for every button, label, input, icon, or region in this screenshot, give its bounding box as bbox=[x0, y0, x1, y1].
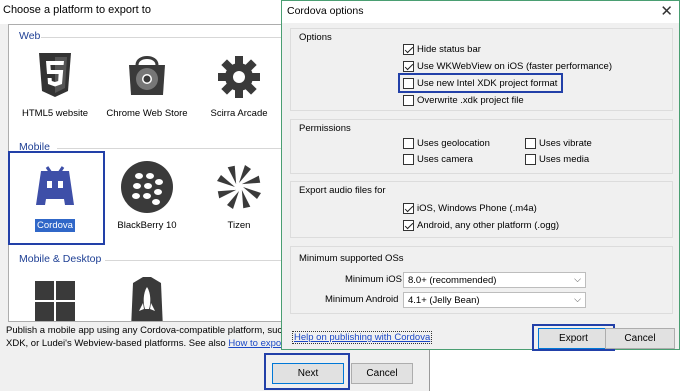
checkbox-label: iOS, Windows Phone (.m4a) bbox=[417, 203, 537, 214]
checkbox-box[interactable] bbox=[403, 61, 414, 72]
rocket-icon bbox=[119, 273, 175, 321]
chevron-down-icon: ⌵ bbox=[574, 274, 581, 284]
platform-html5[interactable]: HTML5 website bbox=[9, 47, 101, 120]
hide-status-bar-checkbox[interactable]: Hide status bar bbox=[403, 44, 481, 55]
platform-label: BlackBerry 10 bbox=[117, 220, 177, 231]
platform-description: Publish a mobile app using any Cordova-c… bbox=[6, 324, 296, 350]
permissions-group: Permissions Uses geolocation Uses vibrat… bbox=[290, 119, 673, 174]
minimum-ios-select[interactable]: 8.0+ (recommended) ⌵ bbox=[403, 272, 586, 288]
uses-vibrate-checkbox[interactable]: Uses vibrate bbox=[525, 138, 592, 149]
divider bbox=[41, 37, 291, 38]
checkbox-box[interactable] bbox=[403, 95, 414, 106]
checkbox-label: Uses camera bbox=[417, 154, 473, 165]
platform-desktop-app[interactable] bbox=[101, 273, 193, 321]
divider bbox=[105, 260, 291, 261]
platform-label: HTML5 website bbox=[22, 108, 88, 119]
minimum-android-label: Minimum Android bbox=[325, 294, 399, 305]
platform-label: Scirra Arcade bbox=[210, 108, 268, 119]
checkbox-label: Overwrite .xdk project file bbox=[417, 95, 524, 106]
group-title: Permissions bbox=[299, 123, 351, 134]
intel-xdk-option-highlight bbox=[398, 73, 563, 93]
options-group: Options Hide status bar Use WKWebView on… bbox=[290, 28, 673, 111]
minimum-ios-label: Minimum iOS bbox=[345, 274, 403, 285]
cancel-button[interactable]: Cancel bbox=[351, 363, 413, 384]
platform-label: Chrome Web Store bbox=[106, 108, 188, 119]
checkbox-box[interactable] bbox=[403, 203, 414, 214]
cordova-selection-highlight bbox=[8, 151, 105, 245]
category-web-header: Web bbox=[19, 30, 41, 42]
description-line: Publish a mobile app using any Cordova-c… bbox=[6, 325, 296, 336]
dialog-cancel-button[interactable]: Cancel bbox=[605, 328, 675, 349]
uses-media-checkbox[interactable]: Uses media bbox=[525, 154, 589, 165]
dialog-title: Cordova options bbox=[282, 1, 679, 23]
category-mobile-desktop-header: Mobile & Desktop bbox=[19, 253, 102, 265]
close-icon[interactable]: ✕ bbox=[660, 2, 673, 20]
audio-m4a-checkbox[interactable]: iOS, Windows Phone (.m4a) bbox=[403, 203, 537, 214]
platform-scirra-arcade[interactable]: Scirra Arcade bbox=[193, 47, 285, 120]
checkbox-box[interactable] bbox=[403, 44, 414, 55]
overwrite-xdk-checkbox[interactable]: Overwrite .xdk project file bbox=[403, 95, 524, 106]
checkbox-box[interactable] bbox=[403, 220, 414, 231]
description-line: XDK, or Ludei's Webview-based platforms.… bbox=[6, 338, 229, 349]
select-value: 4.1+ (Jelly Bean) bbox=[408, 295, 480, 306]
checkbox-label: Uses media bbox=[539, 154, 590, 165]
audio-export-group: Export audio files for iOS, Windows Phon… bbox=[290, 181, 673, 238]
checkbox-box[interactable] bbox=[403, 154, 414, 165]
platform-windows[interactable] bbox=[9, 273, 101, 321]
uses-camera-checkbox[interactable]: Uses camera bbox=[403, 154, 473, 165]
html5-icon bbox=[27, 47, 83, 103]
platform-chrome-web-store[interactable]: Chrome Web Store bbox=[101, 47, 193, 120]
audio-ogg-checkbox[interactable]: Android, any other platform (.ogg) bbox=[403, 220, 559, 231]
checkbox-label: Android, any other platform (.ogg) bbox=[417, 220, 560, 231]
uses-geolocation-checkbox[interactable]: Uses geolocation bbox=[403, 138, 490, 149]
minimum-os-group: Minimum supported OSs Minimum iOS 8.0+ (… bbox=[290, 246, 673, 314]
checkbox-label: Uses geolocation bbox=[417, 138, 490, 149]
select-value: 8.0+ (recommended) bbox=[408, 275, 497, 286]
gear-icon bbox=[211, 47, 267, 103]
cordova-options-dialog: Cordova options ✕ Options Hide status ba… bbox=[281, 0, 680, 351]
export-button[interactable]: Export bbox=[538, 328, 609, 349]
checkbox-label: Use WKWebView on iOS (faster performance… bbox=[417, 61, 612, 72]
next-button[interactable]: Next bbox=[272, 363, 344, 384]
platform-tizen[interactable]: Tizen bbox=[193, 159, 285, 232]
windows-icon bbox=[27, 273, 83, 321]
group-title: Minimum supported OSs bbox=[299, 253, 404, 264]
help-publishing-link[interactable]: Help on publishing with Cordova bbox=[292, 331, 433, 344]
group-title: Export audio files for bbox=[299, 185, 386, 196]
platform-label: Tizen bbox=[227, 220, 251, 231]
minimum-android-select[interactable]: 4.1+ (Jelly Bean) ⌵ bbox=[403, 292, 586, 308]
tizen-icon bbox=[211, 159, 267, 215]
checkbox-box[interactable] bbox=[403, 138, 414, 149]
chrome-web-store-icon bbox=[119, 47, 175, 103]
divider bbox=[57, 148, 291, 149]
blackberry-icon bbox=[119, 159, 175, 215]
use-wkwebview-checkbox[interactable]: Use WKWebView on iOS (faster performance… bbox=[403, 61, 612, 72]
checkbox-box[interactable] bbox=[525, 138, 536, 149]
checkbox-label: Hide status bar bbox=[417, 44, 481, 55]
checkbox-label: Uses vibrate bbox=[539, 138, 592, 149]
checkbox-box[interactable] bbox=[525, 154, 536, 165]
chevron-down-icon: ⌵ bbox=[574, 294, 581, 304]
platform-blackberry-10[interactable]: BlackBerry 10 bbox=[101, 159, 193, 232]
group-title: Options bbox=[299, 32, 332, 43]
